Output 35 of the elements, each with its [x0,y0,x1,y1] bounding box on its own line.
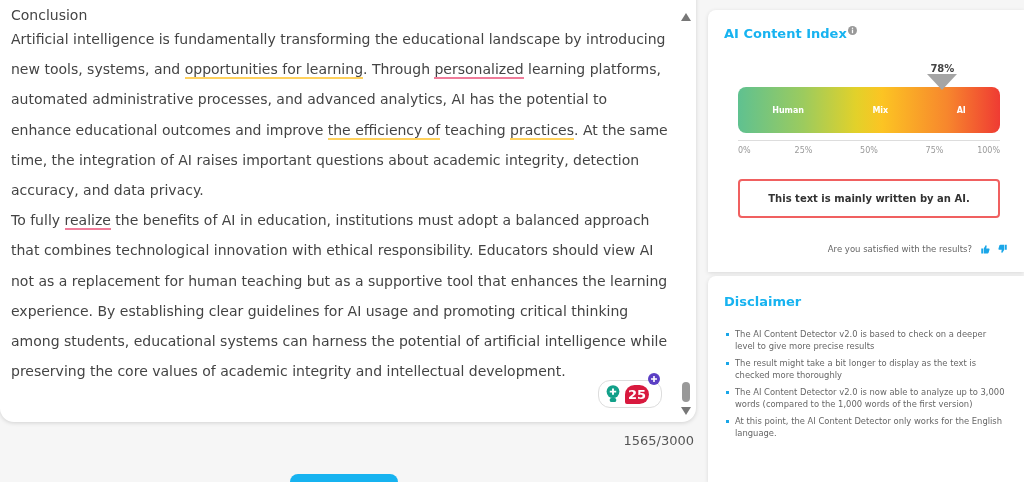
scale-label: 0% [738,145,751,155]
paragraph: To fully realize the benefits of AI in education, institutions must adopt a balanced approach that combines technological innovation with ethical responsibility. Educators should view AI not as a replacement for human teaching but as a supportive tool that enhances the learning experience. By establishing clear guidelines for AI usage and promoting critical thinking among students, educational systems can harness the potential of artificial intelligence while preserving the core values of academic integrity and intellectual development. [11,211,668,382]
issue-count-badge: 25 [624,384,649,404]
scale-label: 50% [860,145,878,155]
disclaimer-item: At this point, the AI Content Detector only works for the English language. [735,416,1004,439]
info-icon[interactable] [847,26,857,35]
submit-button[interactable] [290,474,398,482]
plus-icon[interactable] [648,373,660,385]
bullet-icon [726,362,729,365]
thumbs-up-icon[interactable] [980,244,990,254]
word-counter: 1565/3000 [623,433,694,448]
card-title: AI Content Index [724,26,847,41]
bullet-icon [726,391,729,394]
verdict-box: This text is mainly written by an AI. [738,179,1000,218]
bullet-icon [726,333,729,336]
zone-label: Human [772,105,804,115]
card-title: Disclaimer [724,294,803,309]
scroll-down-icon[interactable] [680,406,692,416]
scroll-up-icon[interactable] [680,12,692,22]
scale-label: 25% [794,145,813,155]
disclaimer-item: The AI Content Detector v2.0 is now able to analyze up to 3,000 words (compared to the 1,000 words of the first version) [735,387,1006,410]
scale-label: 75% [925,145,944,155]
bullet-icon [726,420,729,423]
section-heading: Conclusion [11,6,89,24]
scale-label: 100% [977,145,1000,155]
assistant-widget[interactable]: 25 [597,380,662,408]
thumbs-down-icon[interactable] [998,244,1008,254]
lightbulb-icon [604,384,621,404]
disclaimer-item: The AI Content Detector v2.0 is based to check on a deeper level to give more precise results [735,329,988,352]
scrollbar-thumb[interactable] [682,382,690,402]
zone-label: Mix [872,105,889,115]
feedback-prompt: Are you satisfied with the results? [827,244,972,254]
paragraph: Artificial intelligence is fundamentally transforming the educational landscape by introducing new tools, systems, and opportunities for learning. Through personalized learning platforms, automated administrative processes, and advanced analytics, AI has the potential to enhance educational outcomes and improve the efficiency of teaching practices. At the same time, the integration of AI raises important questions about academic integrity, detection accuracy, and data privacy. [11,30,668,200]
zone-label: AI [956,105,966,115]
disclaimer-item: The result might take a bit longer to display as the text is checked more thoroughly [735,358,978,381]
